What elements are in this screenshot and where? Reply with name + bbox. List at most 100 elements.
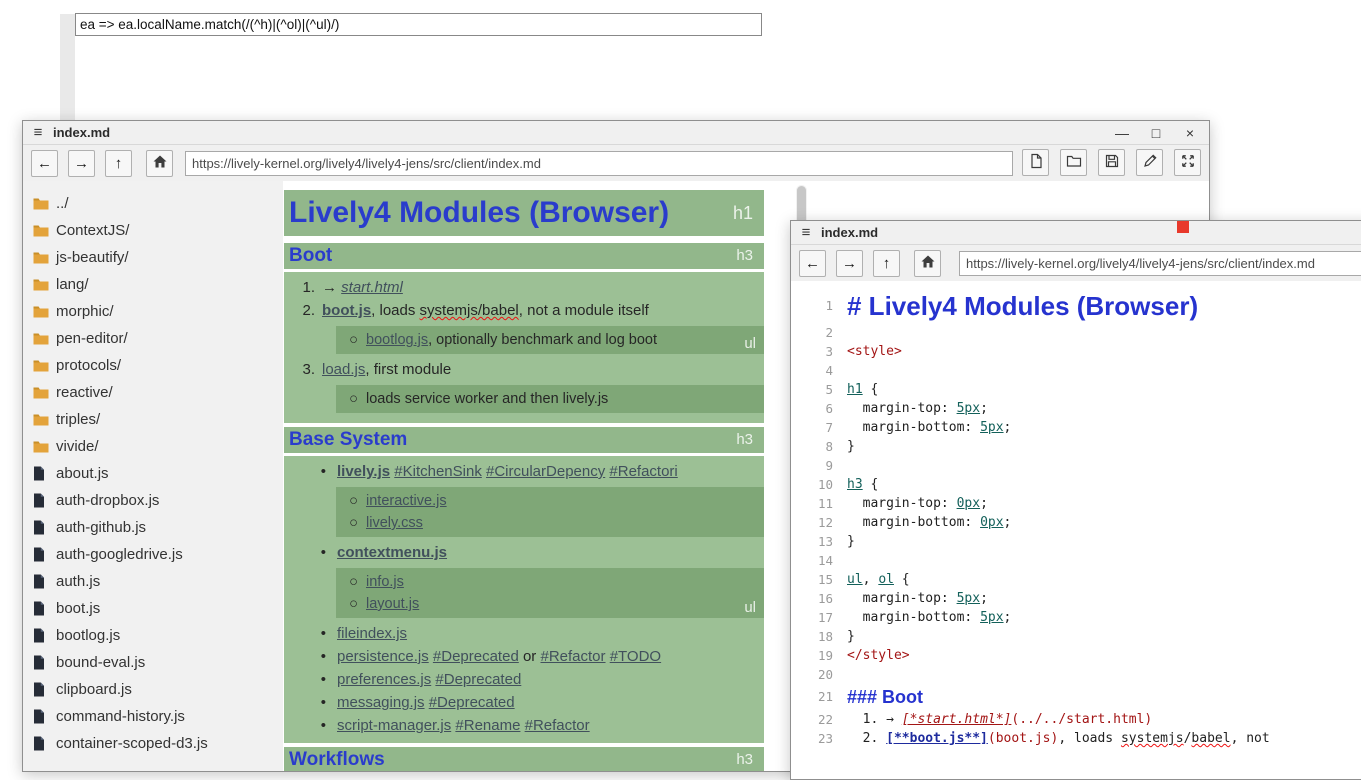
markdown-link[interactable]: info.js xyxy=(366,574,404,590)
sidebar-item-bound-eval-js[interactable]: bound-eval.js xyxy=(23,649,283,676)
sidebar-item-auth-github-js[interactable]: auth-github.js xyxy=(23,514,283,541)
markdown-link[interactable]: fileindex.js xyxy=(337,625,407,642)
menu-icon[interactable]: ≡ xyxy=(791,224,821,241)
list-item: •persistence.js #Deprecated or #Refactor… xyxy=(284,645,764,668)
line-number: 2 xyxy=(791,323,847,342)
sidebar-item-pen-editor[interactable]: pen-editor/ xyxy=(23,325,283,352)
maximize-button[interactable]: □ xyxy=(1145,123,1167,143)
code-text xyxy=(847,456,855,475)
file-name: auth-github.js xyxy=(56,519,146,536)
list-item-text: lively.css xyxy=(366,512,423,534)
markdown-link[interactable]: bootlog.js xyxy=(366,332,428,348)
code-editor[interactable]: 1# Lively4 Modules (Browser)2 3<style>4 … xyxy=(791,281,1361,779)
code-line: 11 margin-top: 0px; xyxy=(791,494,1361,513)
folder-icon xyxy=(33,440,53,453)
code-token: ; xyxy=(980,591,988,606)
sidebar-item-clipboard-js[interactable]: clipboard.js xyxy=(23,676,283,703)
markdown-link[interactable]: #CircularDepency xyxy=(486,463,605,480)
markdown-link[interactable]: lively.css xyxy=(366,515,423,531)
sidebar-item-vivide[interactable]: vivide/ xyxy=(23,433,283,460)
back-button[interactable]: ← xyxy=(799,250,826,277)
url-input[interactable] xyxy=(959,251,1361,276)
minimize-button[interactable]: — xyxy=(1111,123,1133,143)
list-item: 3.load.js, first module xyxy=(284,358,764,381)
list-marker: ○ xyxy=(336,490,358,512)
sidebar-item-boot-js[interactable]: boot.js xyxy=(23,595,283,622)
markdown-link[interactable]: messaging.js xyxy=(337,694,425,711)
forward-button[interactable]: → xyxy=(68,150,95,177)
expand-button[interactable] xyxy=(1174,149,1201,176)
file-name: command-history.js xyxy=(56,708,185,725)
file-name: ../ xyxy=(56,195,69,212)
url-input[interactable] xyxy=(185,151,1013,176)
markdown-link[interactable]: load.js xyxy=(322,361,365,378)
sidebar-item-lang[interactable]: lang/ xyxy=(23,271,283,298)
sidebar-item-auth-googledrive-js[interactable]: auth-googledrive.js xyxy=(23,541,283,568)
sidebar-item-contextjs[interactable]: ContextJS/ xyxy=(23,217,283,244)
markdown-link[interactable]: #Deprecated xyxy=(435,671,521,688)
markdown-link[interactable]: #Refactor xyxy=(540,648,605,665)
code-token: , xyxy=(863,572,879,587)
sidebar-item-reactive[interactable]: reactive/ xyxy=(23,379,283,406)
code-text: margin-bottom: 5px; xyxy=(847,608,1011,627)
line-number: 12 xyxy=(791,513,847,532)
code-token: ol xyxy=(878,572,894,587)
file-name: bootlog.js xyxy=(56,627,120,644)
save-button[interactable] xyxy=(1098,149,1125,176)
markdown-link[interactable]: start.html xyxy=(341,279,403,296)
sidebar-item-auth-js[interactable]: auth.js xyxy=(23,568,283,595)
markdown-link[interactable]: preferences.js xyxy=(337,671,431,688)
markdown-link[interactable]: script-manager.js xyxy=(337,717,451,734)
code-token: ; xyxy=(980,401,988,416)
markdown-link[interactable]: interactive.js xyxy=(366,493,447,509)
close-button[interactable]: × xyxy=(1179,123,1201,143)
home-icon xyxy=(920,254,936,273)
markdown-link[interactable]: contextmenu.js xyxy=(337,544,447,561)
right-window-titlebar[interactable]: ≡ index.md xyxy=(791,221,1361,245)
back-button[interactable]: ← xyxy=(31,150,58,177)
markdown-link[interactable]: #Refactori xyxy=(609,463,677,480)
sidebar-item-js-beautify[interactable]: js-beautify/ xyxy=(23,244,283,271)
list-marker: ○ xyxy=(336,329,358,351)
sidebar-item-auth-dropbox-js[interactable]: auth-dropbox.js xyxy=(23,487,283,514)
markdown-link[interactable]: lively.js xyxy=(337,463,390,480)
markdown-link[interactable]: persistence.js xyxy=(337,648,429,665)
element-filter-input[interactable] xyxy=(75,13,762,36)
up-button[interactable]: ↑ xyxy=(105,150,132,177)
markdown-link[interactable]: #KitchenSink xyxy=(394,463,482,480)
code-line: 21### Boot xyxy=(791,684,1361,710)
home-button[interactable] xyxy=(146,150,173,177)
markdown-link[interactable]: #TODO xyxy=(610,648,661,665)
open-folder-button[interactable] xyxy=(1060,149,1087,176)
heading-text: Base System xyxy=(289,429,407,450)
folder-icon xyxy=(33,251,53,264)
left-window-titlebar[interactable]: ≡ index.md — □ × xyxy=(23,121,1209,145)
sidebar-item-command-history-js[interactable]: command-history.js xyxy=(23,703,283,730)
new-file-button[interactable] xyxy=(1022,149,1049,176)
line-number: 6 xyxy=(791,399,847,418)
line-number: 13 xyxy=(791,532,847,551)
sidebar-item-about-js[interactable]: about.js xyxy=(23,460,283,487)
sidebar-item-protocols[interactable]: protocols/ xyxy=(23,352,283,379)
sidebar-item-bootlog-js[interactable]: bootlog.js xyxy=(23,622,283,649)
up-button[interactable]: ↑ xyxy=(873,250,900,277)
list-marker: • xyxy=(284,668,326,691)
sidebar-item-parent[interactable]: ../ xyxy=(23,190,283,217)
sidebar-item-container-scoped-d3-js[interactable]: container-scoped-d3.js xyxy=(23,730,283,757)
home-button[interactable] xyxy=(914,250,941,277)
markdown-link[interactable]: #Refactor xyxy=(525,717,590,734)
menu-icon[interactable]: ≡ xyxy=(23,124,53,141)
list-item-text: contextmenu.js xyxy=(337,541,447,564)
sidebar-item-morphic[interactable]: morphic/ xyxy=(23,298,283,325)
sidebar-item-triples[interactable]: triples/ xyxy=(23,406,283,433)
edit-button[interactable] xyxy=(1136,149,1163,176)
markdown-link[interactable]: #Rename xyxy=(455,717,520,734)
markdown-link[interactable]: boot.js xyxy=(322,302,371,319)
file-name: protocols/ xyxy=(56,357,121,374)
markdown-link[interactable]: #Deprecated xyxy=(429,694,515,711)
code-line: 8} xyxy=(791,437,1361,456)
forward-button[interactable]: → xyxy=(836,250,863,277)
code-text: h1 { xyxy=(847,380,878,399)
markdown-link[interactable]: #Deprecated xyxy=(433,648,519,665)
markdown-link[interactable]: layout.js xyxy=(366,596,419,612)
